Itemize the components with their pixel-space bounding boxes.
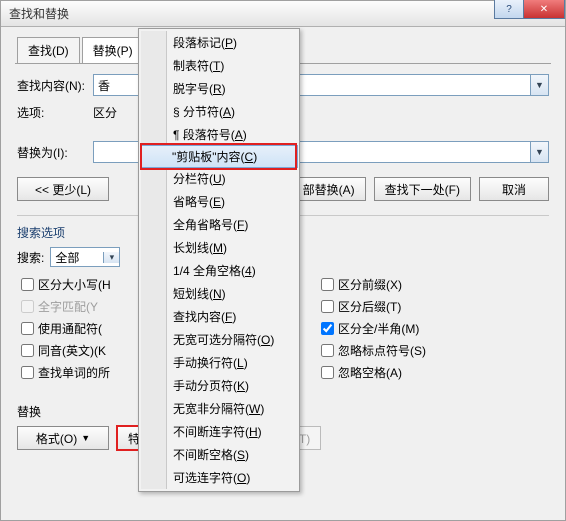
checkbox-input[interactable] [21,278,34,291]
menu-item[interactable]: 长划线(M) [141,236,297,259]
menu-item[interactable]: "剪贴板"内容(C) [140,145,298,168]
checkbox-input[interactable] [321,278,334,291]
checkbox-input[interactable] [21,344,34,357]
chevron-down-icon[interactable]: ▾ [103,252,119,263]
find-next-button[interactable]: 查找下一处(F) [374,177,471,201]
menu-item[interactable]: ¶ 段落符号(A) [141,123,297,146]
close-window-button[interactable]: ✕ [523,0,565,19]
checkbox-input[interactable] [21,366,34,379]
checkbox-input[interactable] [321,300,334,313]
tab-replace[interactable]: 替换(P) [82,37,144,63]
find-replace-dialog: 查找和替换 ? ✕ 查找(D) 替换(P) 查找内容(N): 香 ▼ 选项: 区… [0,0,566,521]
menu-item[interactable]: 手动分页符(K) [141,374,297,397]
replace-label: 替换为(I): [17,144,93,161]
special-format-menu: 段落标记(P)制表符(T)脱字号(R)§ 分节符(A)¶ 段落符号(A)"剪贴板… [138,28,300,492]
chevron-down-icon[interactable]: ▼ [530,142,548,162]
find-label: 查找内容(N): [17,77,93,94]
options-label: 选项: [17,104,93,121]
option-checkbox[interactable]: 区分全/半角(M) [317,317,549,339]
menu-item[interactable]: 全角省略号(F) [141,213,297,236]
option-checkbox[interactable]: 忽略标点符号(S) [317,339,549,361]
chevron-down-icon[interactable]: ▼ [530,75,548,95]
menu-item[interactable]: 手动换行符(L) [141,351,297,374]
checkbox-input[interactable] [321,344,334,357]
menu-item[interactable]: 不间断空格(S) [141,443,297,466]
option-checkbox[interactable]: 区分前缀(X) [317,273,549,295]
search-direction-label: 搜索: [17,249,44,266]
menu-item[interactable]: 段落标记(P) [141,31,297,54]
cancel-button[interactable]: 取消 [479,177,549,201]
replace-all-button[interactable]: 部替换(A) [292,177,366,201]
checkbox-input [21,300,34,313]
menu-item[interactable]: 短划线(N) [141,282,297,305]
option-checkbox[interactable]: 区分后缀(T) [317,295,549,317]
menu-item[interactable]: § 分节符(A) [141,100,297,123]
checkbox-input[interactable] [21,322,34,335]
titlebar[interactable]: 查找和替换 ? ✕ [1,1,565,27]
checkbox-input[interactable] [321,366,334,379]
less-button[interactable]: << 更少(L) [17,177,109,201]
dialog-title: 查找和替换 [9,5,69,22]
options-value: 区分 [93,104,117,121]
menu-item[interactable]: 1/4 全角空格(4) [141,259,297,282]
option-checkbox[interactable]: 忽略空格(A) [317,361,549,383]
menu-item[interactable]: 不间断连字符(H) [141,420,297,443]
menu-item[interactable]: 无宽非分隔符(W) [141,397,297,420]
help-button[interactable]: ? [494,0,524,19]
menu-item[interactable]: 省略号(E) [141,190,297,213]
format-button[interactable]: 格式(O)▼ [17,426,109,450]
menu-item[interactable]: 制表符(T) [141,54,297,77]
menu-item[interactable]: 可选连字符(O) [141,466,297,489]
menu-item[interactable]: 查找内容(F) [141,305,297,328]
menu-item[interactable]: 脱字号(R) [141,77,297,100]
checkbox-input[interactable] [321,322,334,335]
search-direction-combo[interactable]: 全部 ▾ [50,247,120,267]
chevron-down-icon: ▼ [81,433,90,443]
menu-item[interactable]: 无宽可选分隔符(O) [141,328,297,351]
menu-item[interactable]: 分栏符(U) [141,167,297,190]
tab-find[interactable]: 查找(D) [17,37,80,63]
